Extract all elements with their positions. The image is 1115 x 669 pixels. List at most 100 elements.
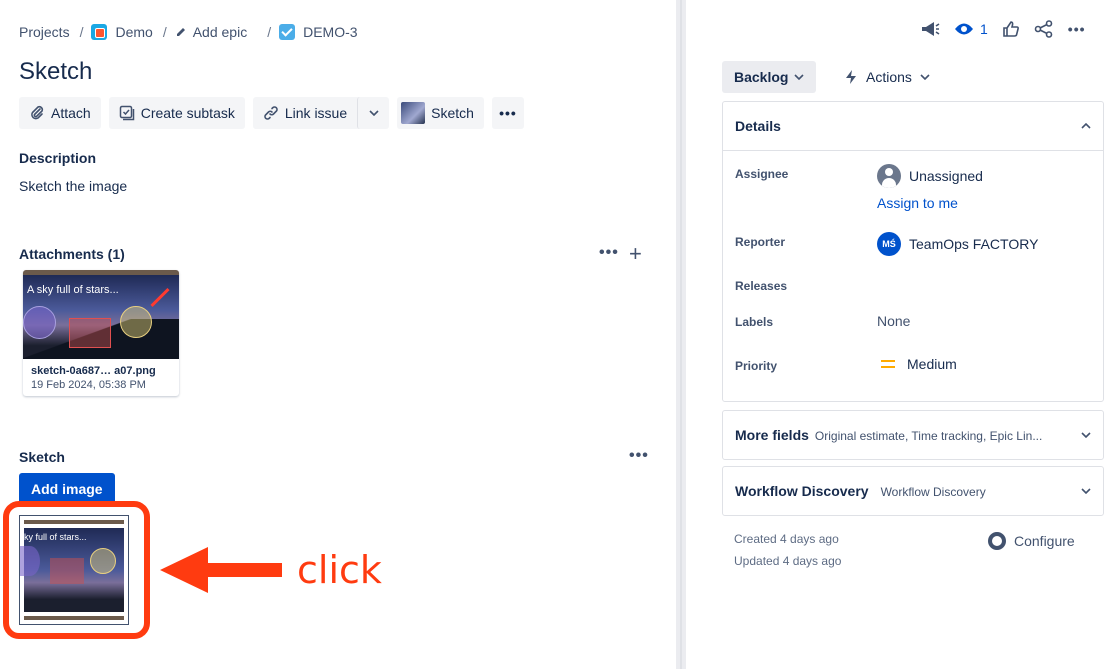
megaphone-icon[interactable] xyxy=(920,20,940,38)
annotation-arrow-icon xyxy=(160,547,282,593)
breadcrumb-project[interactable]: Demo xyxy=(115,24,152,40)
issue-toolbar: Attach Create subtask Link issue Sketch … xyxy=(19,97,524,129)
breadcrumb-issue-key[interactable]: DEMO-3 xyxy=(303,24,357,40)
attach-button[interactable]: Attach xyxy=(19,97,101,129)
sketch-app-label: Sketch xyxy=(431,105,474,121)
issue-main-pane: Projects / Demo / Add epic / DEMO-3 Sket… xyxy=(0,0,676,669)
workflow-discovery-summary: Workflow Discovery xyxy=(880,485,986,499)
priority-field[interactable]: Medium xyxy=(877,356,957,372)
status-label: Backlog xyxy=(734,69,789,85)
sketch-app-icon xyxy=(401,102,426,124)
project-icon xyxy=(91,24,108,40)
pencil-icon xyxy=(176,28,185,36)
gear-icon xyxy=(988,532,1006,550)
reporter-field[interactable]: MŚ TeamOps FACTORY xyxy=(877,232,1038,256)
chevron-down-icon xyxy=(920,74,930,80)
link-issue-button[interactable]: Link issue xyxy=(253,97,357,129)
annotation-click-label: click xyxy=(297,548,382,592)
sketch-app-button[interactable]: Sketch xyxy=(397,97,484,129)
breadcrumb-separator: / xyxy=(79,24,84,40)
link-issue-label: Link issue xyxy=(284,105,348,121)
labels-value[interactable]: None xyxy=(877,313,910,329)
issue-top-actions: 1 ••• xyxy=(920,20,1086,38)
watchers-button[interactable]: 1 xyxy=(954,21,988,37)
description-text[interactable]: Sketch the image xyxy=(19,178,127,194)
priority-medium-icon xyxy=(881,360,895,368)
more-fields-header[interactable]: More fields Original estimate, Time track… xyxy=(723,411,1103,459)
reporter-label: Reporter xyxy=(735,235,786,249)
priority-label: Priority xyxy=(735,359,778,373)
actions-dropdown[interactable]: Actions xyxy=(836,61,938,93)
breadcrumb: Projects / Demo / Add epic / DEMO-3 xyxy=(19,22,358,42)
more-fields-title: More fields xyxy=(735,427,809,443)
more-icon: ••• xyxy=(499,105,517,121)
details-panel: Details Assignee Unassigned Assign to me… xyxy=(722,101,1104,402)
thumbs-up-icon[interactable] xyxy=(1002,20,1020,38)
assignee-value: Unassigned xyxy=(909,168,983,184)
assignee-field[interactable]: Unassigned xyxy=(877,164,983,188)
subtask-icon xyxy=(119,105,134,121)
status-dropdown[interactable]: Backlog xyxy=(722,61,817,93)
workflow-discovery-title: Workflow Discovery xyxy=(735,483,869,499)
more-fields-panel[interactable]: More fields Original estimate, Time track… xyxy=(722,410,1104,460)
issue-side-pane: 1 ••• Backlog Actions Details Assignee U… xyxy=(686,0,1115,669)
breadcrumb-projects[interactable]: Projects xyxy=(19,24,70,40)
assign-to-me-link[interactable]: Assign to me xyxy=(877,195,958,211)
workflow-discovery-header[interactable]: Workflow Discovery Workflow Discovery xyxy=(723,467,1103,515)
link-issue-split-button: Link issue xyxy=(252,97,390,129)
description-heading: Description xyxy=(19,150,97,166)
chevron-down-icon xyxy=(1081,432,1091,438)
more-fields-summary: Original estimate, Time tracking, Epic L… xyxy=(814,429,1043,443)
labels-label: Labels xyxy=(735,315,774,329)
configure-label: Configure xyxy=(1014,533,1075,549)
breadcrumb-separator: / xyxy=(267,24,272,40)
reporter-value: TeamOps FACTORY xyxy=(909,236,1039,252)
eye-icon xyxy=(955,23,973,35)
chevron-down-icon xyxy=(794,74,805,80)
attachment-thumbnail: A sky full of stars... xyxy=(23,270,179,359)
unassigned-avatar-icon xyxy=(877,164,901,188)
workflow-discovery-panel[interactable]: Workflow Discovery Workflow Discovery xyxy=(722,466,1104,516)
task-type-icon xyxy=(279,24,296,40)
attachments-more-icon[interactable]: ••• xyxy=(599,244,619,262)
updated-timestamp: Updated 4 days ago xyxy=(734,554,842,568)
created-timestamp: Created 4 days ago xyxy=(734,532,839,546)
attachments-heading: Attachments (1) xyxy=(19,246,125,262)
issue-title[interactable]: Sketch xyxy=(19,58,92,86)
chevron-down-icon xyxy=(369,110,379,116)
details-title: Details xyxy=(735,118,781,134)
details-header[interactable]: Details xyxy=(723,102,1103,150)
link-icon xyxy=(264,106,278,120)
share-icon[interactable] xyxy=(1034,20,1054,38)
priority-value: Medium xyxy=(907,356,957,372)
chevron-down-icon xyxy=(1081,488,1091,494)
create-subtask-label: Create subtask xyxy=(140,105,235,121)
details-body: Assignee Unassigned Assign to me Reporte… xyxy=(723,150,1103,401)
attachment-thumb-caption: A sky full of stars... xyxy=(27,284,119,296)
lightning-icon xyxy=(846,70,856,84)
watch-count: 1 xyxy=(980,21,988,37)
attachment-card[interactable]: A sky full of stars... sketch-0a687… a07… xyxy=(23,270,179,396)
pane-divider[interactable] xyxy=(676,0,686,669)
more-options-icon[interactable]: ••• xyxy=(1068,21,1086,37)
reporter-avatar: MŚ xyxy=(877,232,901,256)
attachment-filename: sketch-0a687… a07.png xyxy=(31,365,156,377)
sketch-more-icon[interactable]: ••• xyxy=(629,447,649,465)
create-subtask-button[interactable]: Create subtask xyxy=(108,97,245,129)
sketch-thumbnail[interactable]: ky full of stars... xyxy=(19,515,129,625)
sketch-heading: Sketch xyxy=(19,449,65,465)
configure-button[interactable]: Configure xyxy=(988,532,1075,550)
breadcrumb-add-epic[interactable]: Add epic xyxy=(193,24,247,40)
more-actions-button[interactable]: ••• xyxy=(491,97,524,129)
paperclip-icon xyxy=(31,105,44,120)
actions-label: Actions xyxy=(866,69,912,85)
link-issue-dropdown[interactable] xyxy=(357,97,389,129)
sketch-thumb-caption: ky full of stars... xyxy=(24,532,87,542)
attachment-date: 19 Feb 2024, 05:38 PM xyxy=(31,379,146,391)
breadcrumb-separator: / xyxy=(162,24,167,40)
add-attachment-icon[interactable]: + xyxy=(629,243,642,265)
chevron-up-icon xyxy=(1081,123,1091,129)
releases-label: Releases xyxy=(735,279,788,293)
attach-label: Attach xyxy=(51,105,91,121)
assignee-label: Assignee xyxy=(735,167,789,181)
